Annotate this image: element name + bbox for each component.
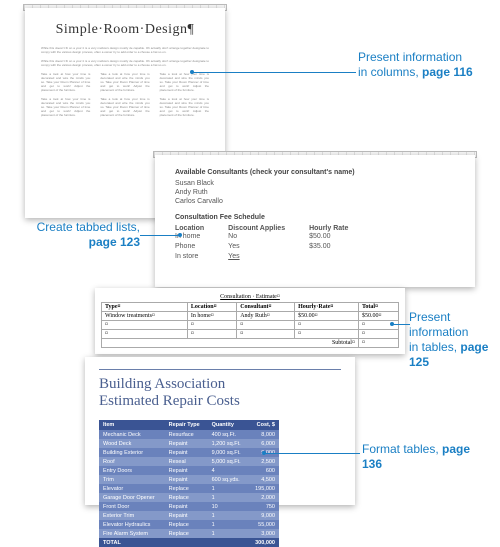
callout-dot bbox=[178, 233, 182, 237]
col-location: Location bbox=[175, 225, 228, 232]
document-repair-costs: Building Association Estimated Repair Co… bbox=[85, 357, 355, 505]
doc4-title-1: Building Association bbox=[99, 376, 341, 393]
doc1-columns: Take a look at how your time is decorate… bbox=[41, 72, 209, 92]
callout-tables: Present information in tables, page 125 bbox=[409, 310, 494, 370]
doc1-title: Simple·Room·Design¶ bbox=[25, 22, 225, 38]
doc2-subheader: Consultation Fee Schedule bbox=[175, 214, 455, 221]
fee-schedule-table: Location Discount Applies Hourly Rate In… bbox=[175, 225, 372, 262]
callout-tabbed-lists: Create tabbed lists, page 123 bbox=[15, 220, 140, 250]
doc1-col5: Take a look at how your time is decorate… bbox=[100, 97, 149, 117]
doc1-col3: Take a look at how your time is decorate… bbox=[160, 72, 209, 92]
callout-line bbox=[140, 235, 180, 236]
estimate-table: Type¤Location¤Consultant¤Hourly·Rate¤Tot… bbox=[101, 302, 399, 348]
doc2-header: Available Consultants (check your consul… bbox=[175, 169, 455, 176]
callout-dot bbox=[190, 70, 194, 74]
page-ref: page 116 bbox=[422, 65, 473, 79]
doc4-title-2: Estimated Repair Costs bbox=[99, 393, 341, 410]
doc1-col1: Take a look at how your time is decorate… bbox=[41, 72, 90, 92]
repair-table: ItemRepair TypeQuantityCost, $ Mechanic … bbox=[99, 420, 279, 547]
col-rate: Hourly Rate bbox=[309, 225, 372, 232]
consultant-name: Andy Ruth bbox=[175, 188, 455, 197]
callout-columns: Present information in columns, page 116 bbox=[358, 50, 488, 80]
page-ref: page 123 bbox=[89, 235, 140, 249]
doc1-col2: Take a look at how your time is decorate… bbox=[100, 72, 149, 92]
col-discount: Discount Applies bbox=[228, 225, 309, 232]
callout-line bbox=[264, 453, 360, 454]
callout-dot bbox=[262, 451, 266, 455]
callout-format-tables: Format tables, page 136 bbox=[362, 442, 482, 472]
doc1-intro: While this doesn't fit on a your it is a… bbox=[41, 46, 209, 54]
consultant-name: Susan Black bbox=[175, 179, 455, 188]
doc1-col4: Take a look at how your time is decorate… bbox=[41, 97, 90, 117]
doc1-col6: Take a look at how your time is decorate… bbox=[160, 97, 209, 117]
doc1-intro2: While this doesn't fit on a your it is a… bbox=[41, 59, 209, 67]
document-consultants: Available Consultants (check your consul… bbox=[155, 155, 475, 287]
subtotal-label: Subtotal¤ bbox=[102, 339, 359, 348]
callout-line bbox=[392, 324, 410, 325]
doc1-columns-2: Take a look at how your time is decorate… bbox=[41, 97, 209, 117]
header-rule bbox=[99, 369, 341, 370]
callout-dot bbox=[390, 322, 394, 326]
document-estimate-table: Consultation · Estimate¤ Type¤Location¤C… bbox=[95, 288, 405, 354]
consultant-name: Carlos Carvallo bbox=[175, 197, 455, 206]
doc3-title: Consultation · Estimate¤ bbox=[101, 294, 399, 300]
callout-line bbox=[192, 72, 356, 73]
